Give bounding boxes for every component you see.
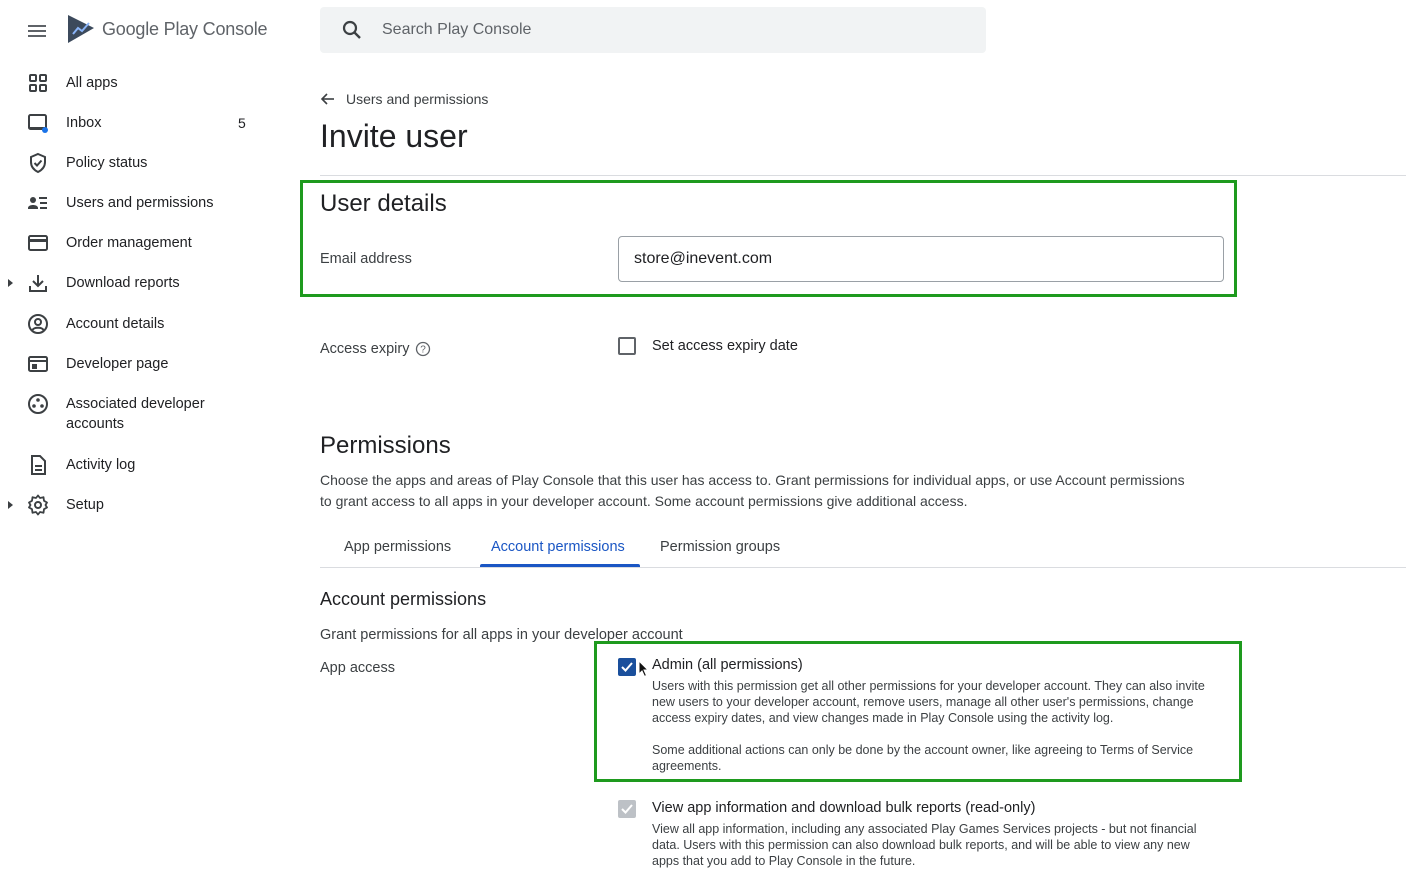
sidebar-item-download-reports[interactable]: Download reports xyxy=(0,272,270,294)
search-bar[interactable]: Search Play Console xyxy=(320,7,986,53)
admin-permission-note-line1: Some additional actions can only be done… xyxy=(652,743,1194,757)
permissions-description-line1: Choose the apps and areas of Play Consol… xyxy=(320,472,1185,488)
email-label: Email address xyxy=(320,251,412,267)
users-list-icon xyxy=(28,197,47,209)
sidebar-item-inbox[interactable]: Inbox 5 xyxy=(0,112,270,134)
access-expiry-row: Access expiry ? xyxy=(320,341,431,357)
back-link[interactable]: Users and permissions xyxy=(320,91,488,107)
sidebar-item-account-details[interactable]: Account details xyxy=(0,313,270,335)
sidebar-item-label: Activity log xyxy=(66,457,136,473)
caret-right-icon[interactable] xyxy=(5,278,15,288)
sidebar-item-label-line2: accounts xyxy=(66,416,125,432)
view-app-info-title: View app information and download bulk r… xyxy=(652,800,1036,816)
sidebar-item-label: Order management xyxy=(66,235,192,251)
shield-check-icon xyxy=(30,152,46,174)
access-expiry-label: Access expiry xyxy=(320,341,410,357)
sidebar-item-policy-status[interactable]: Policy status xyxy=(0,152,270,174)
help-icon[interactable]: ? xyxy=(415,341,431,357)
mouse-cursor-icon xyxy=(638,660,650,678)
arrow-left-icon xyxy=(320,93,334,105)
linked-accounts-icon xyxy=(28,394,48,414)
admin-permission-note-line2: agreements. xyxy=(652,759,722,773)
search-icon xyxy=(342,20,361,39)
sidebar-item-label: All apps xyxy=(66,75,118,91)
caret-right-icon[interactable] xyxy=(5,500,15,510)
gear-icon xyxy=(28,494,48,516)
grid-icon xyxy=(29,74,47,92)
tab-app-permissions[interactable]: App permissions xyxy=(344,539,451,555)
sidebar-item-developer-page[interactable]: Developer page xyxy=(0,353,270,375)
app-name: Google Play Console xyxy=(102,18,268,39)
admin-permission-desc-line2: new users to your developer account, rem… xyxy=(652,695,1194,709)
checkmark-icon xyxy=(621,804,633,814)
tabs-divider xyxy=(320,567,1406,568)
tab-account-permissions[interactable]: Account permissions xyxy=(491,539,625,555)
sidebar-item-label: Users and permissions xyxy=(66,195,214,211)
access-expiry-checkbox-label: Set access expiry date xyxy=(652,338,798,354)
sidebar-item-users-and-permissions[interactable]: Users and permissions xyxy=(0,192,270,214)
sidebar-item-label: Associated developer xyxy=(66,396,205,412)
sidebar-item-activity-log[interactable]: Activity log xyxy=(0,454,270,476)
sidebar-item-label: Download reports xyxy=(66,275,180,291)
admin-permission-title: Admin (all permissions) xyxy=(652,657,803,673)
sidebar-item-label: Account details xyxy=(66,316,165,332)
page-title: Invite user xyxy=(320,118,468,154)
admin-permission-desc-line1: Users with this permission get all other… xyxy=(652,679,1205,693)
divider xyxy=(320,175,1406,176)
permissions-description-line2: to grant access to all apps in your deve… xyxy=(320,493,968,509)
view-app-info-checkbox[interactable] xyxy=(618,800,636,818)
view-app-info-desc-line3: apps that you add to Play Console in the… xyxy=(652,854,916,868)
email-value: store@inevent.com xyxy=(634,250,773,267)
sidebar-item-all-apps[interactable]: All apps xyxy=(0,72,270,94)
admin-permission-checkbox[interactable] xyxy=(618,658,636,676)
email-field[interactable]: store@inevent.com xyxy=(618,236,1224,282)
view-app-info-desc-line1: View all app information, including any … xyxy=(652,822,1197,836)
sidebar-item-label: Policy status xyxy=(66,155,148,171)
account-circle-icon xyxy=(28,314,48,334)
back-link-label: Users and permissions xyxy=(346,91,489,107)
credit-card-icon xyxy=(28,235,48,251)
app-access-label: App access xyxy=(320,660,395,676)
tab-permission-groups[interactable]: Permission groups xyxy=(660,539,780,555)
app-logo[interactable]: Google Play Console xyxy=(66,14,268,44)
search-placeholder: Search Play Console xyxy=(382,21,532,38)
permissions-heading: Permissions xyxy=(320,432,451,459)
inbox-icon xyxy=(28,114,48,133)
sidebar-item-label: Inbox xyxy=(66,115,102,131)
inbox-count-badge: 5 xyxy=(238,115,246,131)
play-console-logo-icon xyxy=(68,15,94,43)
checkmark-icon xyxy=(621,662,633,672)
document-icon xyxy=(31,455,46,475)
web-page-icon xyxy=(28,356,48,372)
sidebar-item-label: Setup xyxy=(66,497,104,513)
user-details-heading: User details xyxy=(320,190,447,217)
sidebar-item-setup[interactable]: Setup xyxy=(0,494,270,516)
sidebar-item-label: Developer page xyxy=(66,356,169,372)
account-permissions-heading: Account permissions xyxy=(320,589,487,609)
sidebar-item-associated-developer-accounts[interactable]: Associated developer accounts xyxy=(0,393,270,435)
menu-icon[interactable] xyxy=(26,20,48,42)
admin-permission-desc-line3: access expiry dates, and view changes ma… xyxy=(652,711,1114,725)
access-expiry-checkbox[interactable] xyxy=(618,337,636,355)
svg-text:?: ? xyxy=(421,345,427,356)
sidebar-item-order-management[interactable]: Order management xyxy=(0,232,270,254)
download-icon xyxy=(29,275,47,292)
view-app-info-desc-line2: data. Users with this permission can als… xyxy=(652,838,1190,852)
